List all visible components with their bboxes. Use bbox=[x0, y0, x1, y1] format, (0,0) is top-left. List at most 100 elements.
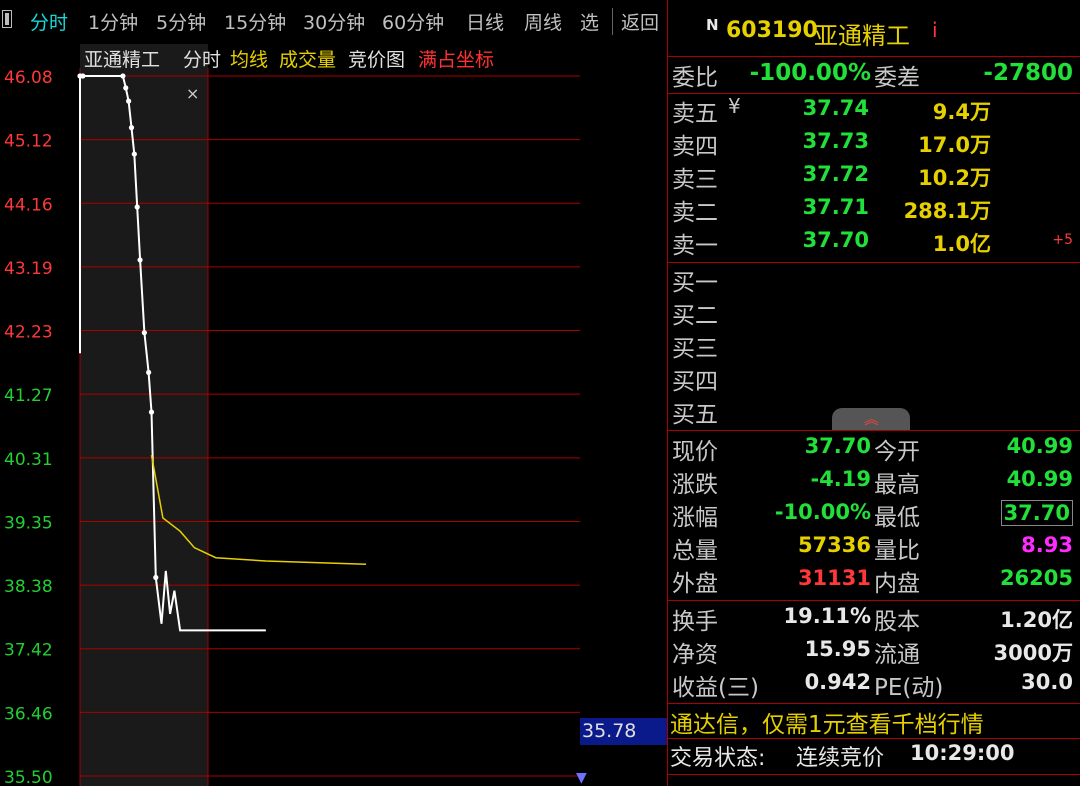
stat-value: -10.00% bbox=[774, 500, 871, 524]
left-price-axis: 46.08 45.12 44.16 43.19 42.23 41.27 40.31 39.35… bbox=[4, 68, 53, 786]
stat-label: 收益(三) bbox=[672, 675, 759, 701]
divider bbox=[668, 738, 1080, 739]
stat-label: 量比 bbox=[874, 538, 920, 564]
buy-row[interactable]: 买三 bbox=[668, 329, 1080, 362]
sell-row[interactable]: 卖三 37.72 10.2万 bbox=[668, 160, 1080, 193]
sell-price: 37.74 bbox=[802, 96, 869, 120]
left-tick-label: 46.08 bbox=[4, 68, 53, 88]
stat-label: 外盘 bbox=[672, 571, 718, 597]
stat-value: 31131 bbox=[797, 566, 871, 590]
tab-intraday[interactable]: 分时 bbox=[30, 8, 68, 35]
buy-row[interactable]: 买四 bbox=[668, 362, 1080, 395]
avg-line-label[interactable]: 均线 bbox=[230, 49, 268, 71]
tab-60min[interactable]: 60分钟 bbox=[382, 8, 444, 35]
left-tick-label: 45.12 bbox=[4, 132, 53, 152]
stat-label: 换手 bbox=[672, 609, 718, 635]
buy-level-label: 买一 bbox=[672, 270, 718, 296]
left-tick-label: 42.23 bbox=[4, 323, 53, 343]
crosshair-price: 35.78 bbox=[582, 720, 637, 742]
stat-label: 现价 bbox=[672, 439, 718, 465]
select-button[interactable]: 选 bbox=[580, 8, 599, 35]
stat-label: 最高 bbox=[874, 472, 920, 498]
fundamental-row: 换手 19.11% 股本 1.20亿 bbox=[668, 602, 1080, 635]
left-tick-label: 38.38 bbox=[4, 577, 53, 597]
price-point bbox=[123, 85, 129, 91]
price-point bbox=[134, 204, 140, 210]
weicha-value: -27800 bbox=[983, 60, 1073, 86]
left-tick-label: 41.27 bbox=[4, 386, 53, 406]
tab-1min[interactable]: 1分钟 bbox=[88, 8, 138, 35]
promo-banner[interactable]: 通达信，仅需1元查看千档行情 bbox=[668, 705, 1080, 738]
close-marker-icon[interactable]: × bbox=[186, 84, 199, 103]
tab-15min[interactable]: 15分钟 bbox=[224, 8, 286, 35]
sell-volume: 1.0亿 bbox=[932, 232, 991, 256]
panel-toggle-icon[interactable] bbox=[2, 10, 12, 28]
scroll-down-icon[interactable]: ▼ bbox=[576, 770, 587, 786]
fundamental-row: 净资 15.95 流通 3000万 bbox=[668, 635, 1080, 668]
tab-5min[interactable]: 5分钟 bbox=[156, 8, 206, 35]
stat-label: 流通 bbox=[874, 642, 920, 668]
sell-level-label: 卖三 bbox=[672, 167, 718, 193]
stat-value: 15.95 bbox=[804, 637, 871, 661]
stat-value: 8.93 bbox=[1021, 533, 1073, 557]
tab-weekly[interactable]: 周线 bbox=[524, 8, 562, 35]
quote-panel: N 603190 亚通精工 i 委比 -100.00% 委差 -27800 卖五… bbox=[667, 0, 1080, 786]
left-tick-label: 39.35 bbox=[4, 513, 53, 533]
sell-volume: 10.2万 bbox=[918, 166, 991, 190]
sell-volume: 9.4万 bbox=[932, 100, 991, 124]
chart-mode-label[interactable]: 分时 bbox=[183, 49, 221, 71]
fundamental-stats: 换手 19.11% 股本 1.20亿 净资 15.95 流通 3000万 收益(三) 0.942 P… bbox=[668, 602, 1080, 702]
sell-row[interactable]: 卖四 37.73 17.0万 bbox=[668, 127, 1080, 160]
stock-name: 亚通精工 bbox=[814, 22, 910, 50]
stat-value: 26205 bbox=[999, 566, 1073, 590]
tab-daily[interactable]: 日线 bbox=[466, 8, 504, 35]
price-point bbox=[153, 574, 159, 581]
fundamental-row: 收益(三) 0.942 PE(动) 30.0 bbox=[668, 668, 1080, 701]
intraday-chart[interactable]: 46.08 45.12 44.16 43.19 42.23 41.27 40.31 39.35… bbox=[0, 44, 580, 786]
sell-row[interactable]: 卖一 37.70 1.0亿 +5 bbox=[668, 226, 1080, 259]
side-strip: 选 返回 35.78 ▼ bbox=[576, 0, 667, 786]
buy-row[interactable]: 买二 bbox=[668, 296, 1080, 329]
auction-chart-label[interactable]: 竞价图 bbox=[348, 49, 405, 71]
stock-code: 603190 bbox=[726, 18, 818, 43]
stat-value: 37.70 bbox=[804, 434, 871, 458]
info-icon[interactable]: i bbox=[932, 18, 938, 42]
expand-orders-button[interactable]: ︽ bbox=[832, 408, 910, 430]
tab-30min[interactable]: 30分钟 bbox=[303, 8, 365, 35]
stats-row: 外盘 31131 内盘 26205 bbox=[668, 564, 1080, 597]
chart-header: 亚通精工 分时 均线 成交量 竞价图 满占坐标 bbox=[84, 49, 494, 71]
price-point bbox=[148, 409, 155, 415]
price-point bbox=[141, 330, 147, 336]
stat-label: 涨跌 bbox=[672, 472, 718, 498]
full-axis-label[interactable]: 满占坐标 bbox=[418, 49, 494, 71]
stat-value: 57336 bbox=[797, 533, 871, 557]
sell-level-label: 卖一 bbox=[672, 233, 718, 259]
chart-stock-name: 亚通精工 bbox=[84, 49, 160, 71]
price-point bbox=[80, 73, 86, 79]
stat-label: 内盘 bbox=[874, 571, 920, 597]
status-time: 10:29:00 bbox=[910, 741, 1015, 765]
new-stock-badge: N bbox=[706, 16, 719, 34]
volume-label[interactable]: 成交量 bbox=[279, 49, 336, 71]
back-button[interactable]: 返回 bbox=[612, 8, 659, 35]
price-point bbox=[137, 257, 143, 263]
status-value: 连续竞价 bbox=[796, 746, 885, 771]
sell-row[interactable]: 卖二 37.71 288.1万 bbox=[668, 193, 1080, 226]
divider bbox=[668, 56, 1080, 57]
buy-row[interactable]: 买一 bbox=[668, 263, 1080, 296]
divider bbox=[668, 703, 1080, 704]
quote-header: N 603190 亚通精工 i bbox=[668, 14, 1080, 50]
sell-row[interactable]: 卖五 ¥37.74 9.4万 bbox=[668, 94, 1080, 127]
stat-label: 总量 bbox=[672, 538, 718, 564]
stats-row: 涨跌 -4.19 最高 40.99 bbox=[668, 465, 1080, 498]
promo-text[interactable]: 通达信，仅需1元查看千档行情 bbox=[670, 705, 984, 739]
stat-value: 37.70 bbox=[1000, 500, 1073, 526]
price-point bbox=[131, 151, 137, 157]
buy-orders: 买一 买二 买三 买四 买五 bbox=[668, 263, 1080, 429]
stat-value: 0.942 bbox=[804, 670, 871, 694]
price-point bbox=[126, 98, 132, 104]
sell-level-label: 卖二 bbox=[672, 200, 718, 226]
chevron-up-icon: ︽ bbox=[864, 410, 880, 428]
divider bbox=[668, 774, 1080, 775]
stats-row: 总量 57336 量比 8.93 bbox=[668, 531, 1080, 564]
